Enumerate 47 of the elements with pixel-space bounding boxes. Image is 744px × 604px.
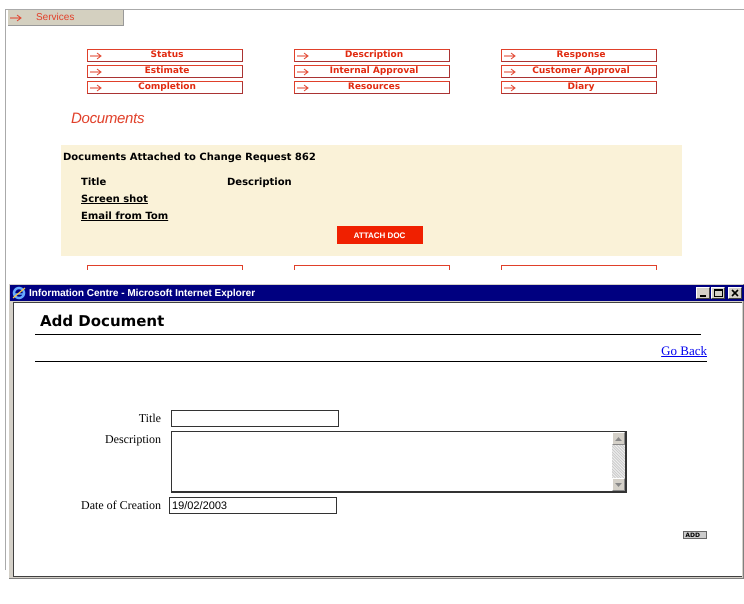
- attach-doc-button[interactable]: ATTACH DOC: [336, 226, 422, 244]
- column-header: Title: [81, 177, 108, 190]
- nav-button[interactable]: Customer Approval: [501, 65, 657, 78]
- scroll-down-button[interactable]: [612, 478, 625, 491]
- arrow-icon: [504, 84, 518, 92]
- close-button[interactable]: [728, 287, 742, 299]
- nav-button[interactable]: Status: [87, 49, 243, 62]
- arrow-icon: [90, 84, 104, 92]
- arrow-icon: [504, 52, 518, 60]
- browser-icon: [12, 286, 26, 300]
- nav-button[interactable]: Diary: [501, 81, 657, 94]
- arrow-icon: [297, 52, 311, 60]
- arrow-icon: [90, 52, 104, 60]
- maximize-button[interactable]: [711, 287, 725, 299]
- go-back-link[interactable]: Go Back: [661, 343, 707, 358]
- document-link[interactable]: Screen shot: [81, 194, 148, 205]
- nav-button[interactable]: Internal Approval: [294, 65, 450, 78]
- field-label: Date of Creation: [80, 497, 162, 514]
- close-icon: [731, 289, 739, 297]
- arrow-icon: [297, 68, 311, 76]
- nav-button[interactable]: Estimate: [87, 65, 243, 78]
- nav-button[interactable]: Resources: [294, 81, 450, 94]
- field-label: Title: [138, 410, 162, 427]
- maximize-icon: [714, 289, 722, 297]
- scrollbar[interactable]: [612, 432, 625, 491]
- minimize-button[interactable]: [696, 287, 710, 299]
- scroll-up-button[interactable]: [612, 432, 625, 445]
- input-field[interactable]: [171, 410, 339, 427]
- page-heading: Add Document: [35, 312, 701, 335]
- arrow-icon: [504, 68, 518, 76]
- panel-heading: Documents Attached to Change Request 862: [63, 151, 317, 165]
- nav-button[interactable]: Response: [501, 49, 657, 62]
- date-field[interactable]: 19/02/2003: [169, 497, 337, 514]
- field-label: Description: [104, 431, 162, 448]
- document-link[interactable]: Email from Tom: [81, 211, 168, 222]
- down-arrow-icon: [615, 482, 622, 486]
- nav-button[interactable]: Completion: [87, 81, 243, 94]
- services-tab[interactable]: Services: [8, 10, 124, 26]
- nav-button[interactable]: Description: [294, 49, 450, 62]
- arrow-icon: [297, 84, 311, 92]
- column-header: Description: [227, 177, 292, 190]
- section-heading: Documents: [71, 110, 146, 128]
- description-field[interactable]: [171, 431, 627, 493]
- arrow-icon: [90, 68, 104, 76]
- window-title: Information Centre - Microsoft Internet Explorer: [29, 288, 256, 298]
- up-arrow-icon: [615, 436, 622, 440]
- arrow-icon: [10, 14, 24, 22]
